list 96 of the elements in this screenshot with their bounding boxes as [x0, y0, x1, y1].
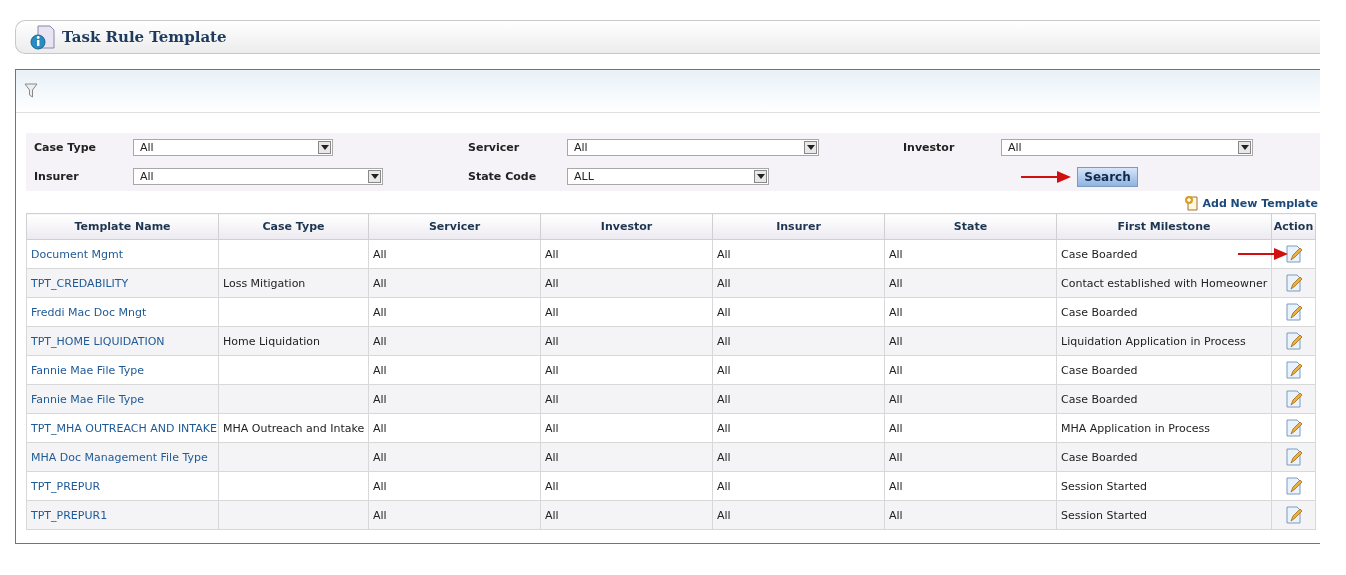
table-cell: Loss Mitigation: [223, 276, 306, 290]
column-header: State: [884, 213, 1057, 240]
table-cell: All: [717, 479, 731, 493]
arrow-icon: [1238, 248, 1288, 260]
dropdown[interactable]: All: [567, 139, 819, 156]
filter-label: Case Type: [34, 141, 98, 154]
table-cell: All: [717, 450, 731, 464]
edit-icon[interactable]: [1284, 245, 1303, 263]
table-cell: All: [545, 392, 559, 406]
filter-label: Insurer: [34, 170, 80, 183]
caret-icon: [318, 141, 331, 154]
search-button[interactable]: Search: [1077, 166, 1138, 187]
edit-icon[interactable]: [1284, 448, 1303, 466]
table-cell: All: [545, 450, 559, 464]
table-cell: Case Boarded: [1061, 305, 1138, 319]
table-cell: Session Started: [1061, 479, 1148, 493]
table-cell: All: [889, 392, 903, 406]
table-cell: MHA Outreach and Intake: [223, 421, 365, 435]
table-cell: All: [717, 392, 731, 406]
edit-icon[interactable]: [1284, 332, 1303, 350]
table-cell: All: [373, 363, 387, 377]
table-cell: All: [889, 276, 903, 290]
table-cell: All: [373, 421, 387, 435]
edit-icon[interactable]: [1284, 303, 1303, 321]
filter-label: State Code: [468, 170, 538, 183]
table-cell: Case Boarded: [1061, 363, 1138, 377]
column-header: Insurer: [712, 213, 885, 240]
table-cell: All: [889, 450, 903, 464]
filter-label: Investor: [903, 141, 956, 154]
table-cell: All: [717, 334, 731, 348]
edit-icon[interactable]: [1284, 274, 1303, 292]
table-cell: All: [373, 479, 387, 493]
edit-icon[interactable]: [1284, 506, 1303, 524]
table-cell: MHA Application in Process: [1061, 421, 1210, 435]
caret-icon: [754, 170, 767, 183]
table-cell: All: [373, 508, 387, 522]
edit-icon[interactable]: [1284, 361, 1303, 379]
dropdown[interactable]: All: [133, 168, 383, 185]
table-cell: All: [545, 508, 559, 522]
table-cell: All: [545, 276, 559, 290]
edit-icon[interactable]: [1284, 419, 1303, 437]
caret-icon: [368, 170, 381, 183]
dropdown[interactable]: ALL: [567, 168, 769, 185]
table-cell: All: [373, 247, 387, 261]
table-cell: All: [373, 450, 387, 464]
dropdown[interactable]: All: [1001, 139, 1253, 156]
table-cell: All: [889, 247, 903, 261]
table-cell: All: [889, 479, 903, 493]
add-new-template-link[interactable]: Add New Template: [1183, 195, 1318, 211]
page-title: Task Rule Template: [62, 28, 227, 46]
table-cell: All: [717, 276, 731, 290]
add-document-icon: [1183, 195, 1200, 211]
table-cell: All: [373, 334, 387, 348]
table-cell: All: [889, 421, 903, 435]
table-cell: All: [717, 421, 731, 435]
table-cell: All: [373, 392, 387, 406]
caret-icon: [1238, 141, 1251, 154]
table-cell: Session Started: [1061, 508, 1148, 522]
table-cell: All: [545, 363, 559, 377]
table-cell: All: [545, 479, 559, 493]
edit-icon[interactable]: [1284, 390, 1303, 408]
table-cell: All: [373, 276, 387, 290]
table-cell: All: [889, 305, 903, 319]
column-header: Template Name: [26, 213, 219, 240]
table-cell: Case Boarded: [1061, 392, 1138, 406]
table-cell: All: [717, 247, 731, 261]
table-cell: Contact established with Homeowner: [1061, 276, 1268, 290]
table-cell: Liquidation Application in Process: [1061, 334, 1246, 348]
table-cell: All: [889, 508, 903, 522]
table-cell: Case Boarded: [1061, 450, 1138, 464]
filter-label: Servicer: [468, 141, 521, 154]
edit-icon[interactable]: [1284, 477, 1303, 495]
table-cell: All: [545, 334, 559, 348]
column-header: Investor: [540, 213, 713, 240]
table-cell: All: [545, 421, 559, 435]
table-cell: All: [717, 305, 731, 319]
template-link[interactable]: TPT_PREPUR: [31, 479, 101, 493]
table-cell: Home Liquidation: [223, 334, 320, 348]
table-cell: All: [545, 247, 559, 261]
table-cell: All: [889, 363, 903, 377]
arrow-icon: [1021, 170, 1071, 183]
filter-icon[interactable]: [24, 83, 38, 99]
caret-icon: [804, 141, 817, 154]
table-cell: All: [889, 334, 903, 348]
template-link[interactable]: TPT_PREPUR1: [31, 508, 108, 522]
table-cell: All: [373, 305, 387, 319]
table-cell: Case Boarded: [1061, 247, 1138, 261]
column-header: Case Type: [218, 213, 369, 240]
dropdown[interactable]: All: [133, 139, 333, 156]
column-header: Servicer: [368, 213, 541, 240]
table-cell: All: [717, 363, 731, 377]
column-header: Action: [1271, 213, 1316, 240]
table-cell: All: [717, 508, 731, 522]
info-document-icon: [30, 24, 56, 50]
column-header: First Milestone: [1056, 213, 1272, 240]
table-cell: All: [545, 305, 559, 319]
